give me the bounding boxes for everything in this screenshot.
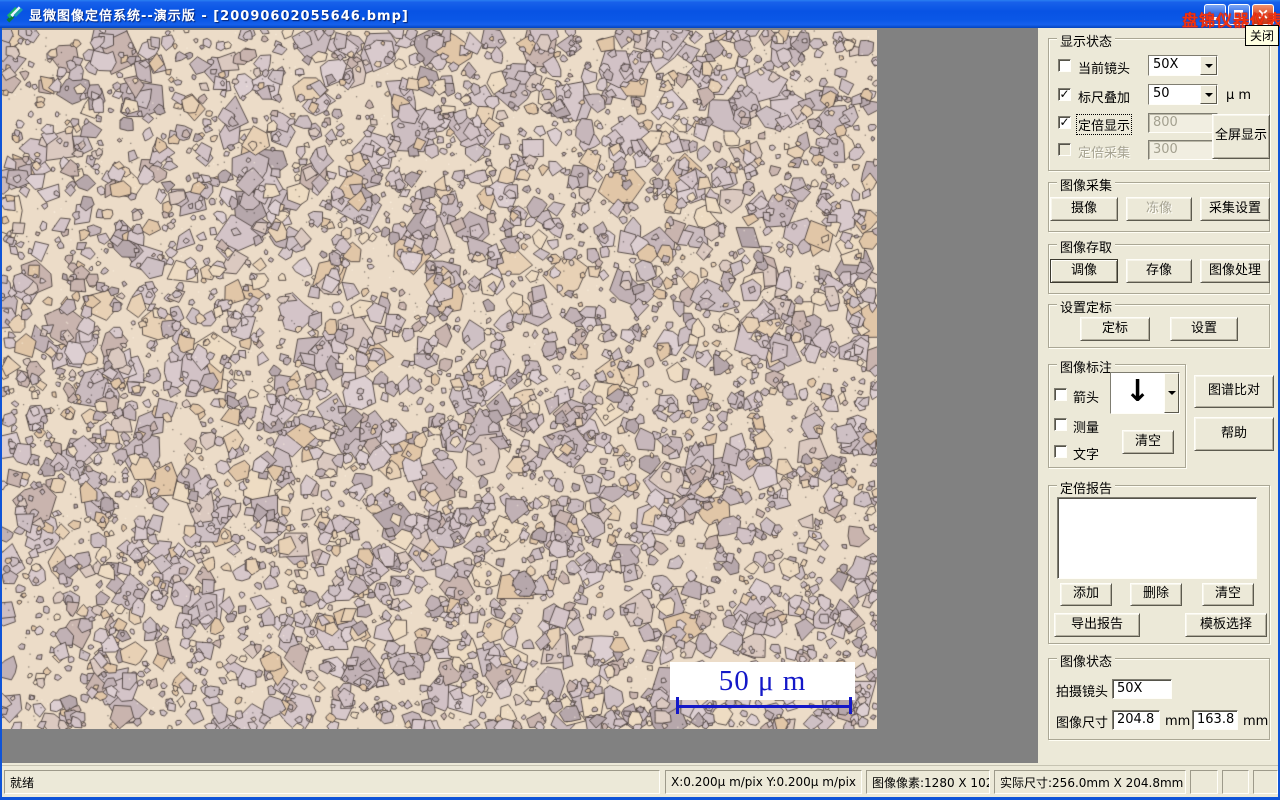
arrow-style-dropdown-button[interactable] bbox=[1164, 373, 1179, 413]
scale-unit-label: μ m bbox=[1226, 88, 1252, 103]
app-icon bbox=[6, 6, 23, 23]
image-processing-button[interactable]: 图像处理 bbox=[1200, 259, 1270, 283]
group-display-status-title: 显示状态 bbox=[1057, 31, 1116, 50]
main-area: 50 μ m 显示状态 当前镜头 50X ✓ 标尺叠加 50 μ m ✓ 定倍显… bbox=[2, 28, 1278, 765]
group-capture-title: 图像采集 bbox=[1057, 175, 1116, 194]
fixed-display-field: 800 bbox=[1148, 113, 1218, 133]
load-image-button[interactable]: 调像 bbox=[1050, 259, 1118, 283]
fullscreen-button[interactable]: 全屏显示 bbox=[1212, 114, 1270, 159]
calibration-settings-button[interactable]: 设置 bbox=[1170, 317, 1238, 341]
scale-bar-line bbox=[676, 705, 852, 708]
text-label: 文字 bbox=[1073, 448, 1100, 463]
image-height-unit: mm bbox=[1243, 714, 1269, 729]
status-image-pixels: 图像像素:1280 X 1024 bbox=[866, 770, 990, 794]
micrograph-image[interactable] bbox=[2, 30, 877, 729]
fixed-display-checkbox[interactable]: ✓ bbox=[1058, 114, 1071, 129]
scale-bar-text: 50 μ m bbox=[718, 664, 807, 697]
current-lens-value: 50X bbox=[1149, 56, 1200, 75]
current-lens-checkbox[interactable] bbox=[1058, 59, 1071, 72]
help-button[interactable]: 帮助 bbox=[1194, 417, 1274, 451]
status-bar: 就绪 X:0.200μ m/pix Y:0.200μ m/pix 图像像素:12… bbox=[2, 765, 1278, 797]
scale-overlay-checkbox[interactable]: ✓ bbox=[1058, 86, 1071, 101]
close-tooltip: 关闭 bbox=[1244, 25, 1279, 46]
report-listbox[interactable] bbox=[1057, 497, 1257, 579]
title-bar[interactable]: 显微图像定倍系统--演示版 - [20090602055646.bmp] × 盘… bbox=[0, 0, 1280, 46]
text-checkbox[interactable] bbox=[1054, 445, 1067, 458]
app-window: 显微图像定倍系统--演示版 - [20090602055646.bmp] × 盘… bbox=[0, 0, 1280, 800]
group-annotation-title: 图像标注 bbox=[1057, 357, 1116, 376]
chevron-down-icon bbox=[1167, 391, 1176, 395]
calibrate-button[interactable]: 定标 bbox=[1080, 317, 1150, 341]
image-width-unit: mm bbox=[1165, 714, 1191, 729]
group-calibration-title: 设置定标 bbox=[1057, 297, 1116, 316]
image-size-label: 图像尺寸 bbox=[1056, 716, 1109, 731]
check-icon: ✓ bbox=[1059, 86, 1070, 101]
window-title: 显微图像定倍系统--演示版 - [20090602055646.bmp] bbox=[29, 8, 409, 24]
image-viewport: 50 μ m bbox=[2, 28, 1038, 763]
image-height-field[interactable]: 163.8 bbox=[1192, 710, 1238, 730]
status-pixel-scale: X:0.200μ m/pix Y:0.200μ m/pix bbox=[665, 770, 862, 794]
export-report-button[interactable]: 导出报告 bbox=[1054, 613, 1140, 637]
measure-label: 测量 bbox=[1073, 421, 1100, 436]
status-empty-panel bbox=[1253, 770, 1278, 794]
control-sidebar: 显示状态 当前镜头 50X ✓ 标尺叠加 50 μ m ✓ 定倍显示 800 定… bbox=[1042, 28, 1278, 765]
chevron-down-icon bbox=[1204, 92, 1213, 97]
fixed-display-label: 定倍显示 bbox=[1076, 114, 1133, 135]
current-lens-combobox[interactable]: 50X bbox=[1148, 55, 1218, 76]
check-icon: ✓ bbox=[1059, 114, 1070, 129]
shooting-lens-field[interactable]: 50X bbox=[1112, 679, 1172, 699]
group-report-title: 定倍报告 bbox=[1057, 478, 1116, 497]
save-image-button[interactable]: 存像 bbox=[1126, 259, 1192, 283]
scale-overlay-combobox[interactable]: 50 bbox=[1148, 84, 1218, 105]
atlas-compare-button[interactable]: 图谱比对 bbox=[1194, 375, 1274, 408]
scale-bar-tick-right bbox=[849, 697, 852, 714]
status-empty-panel bbox=[1190, 770, 1218, 794]
template-select-button[interactable]: 模板选择 bbox=[1185, 613, 1267, 637]
group-storage-title: 图像存取 bbox=[1057, 237, 1116, 256]
image-width-field[interactable]: 204.8 bbox=[1112, 710, 1160, 730]
status-ready: 就绪 bbox=[4, 770, 660, 794]
camera-button[interactable]: 摄像 bbox=[1050, 197, 1118, 221]
fixed-capture-label: 定倍采集 bbox=[1078, 146, 1131, 161]
report-clear-button[interactable]: 清空 bbox=[1202, 583, 1254, 606]
capture-settings-button[interactable]: 采集设置 bbox=[1200, 197, 1270, 221]
status-actual-size: 实际尺寸:256.0mm X 204.8mm bbox=[994, 770, 1186, 794]
arrow-label: 箭头 bbox=[1073, 391, 1100, 406]
annotation-clear-button[interactable]: 清空 bbox=[1122, 430, 1174, 454]
current-lens-dropdown-button[interactable] bbox=[1200, 56, 1217, 75]
chevron-down-icon bbox=[1204, 63, 1213, 68]
scale-bar-label-box: 50 μ m bbox=[670, 662, 855, 700]
fixed-capture-checkbox bbox=[1058, 143, 1071, 156]
group-image-status-title: 图像状态 bbox=[1057, 651, 1116, 670]
current-lens-label: 当前镜头 bbox=[1078, 62, 1131, 77]
arrow-checkbox[interactable] bbox=[1054, 388, 1067, 401]
scale-bar-tick-left bbox=[676, 697, 679, 714]
fixed-capture-field: 300 bbox=[1148, 140, 1218, 160]
scale-overlay-dropdown-button[interactable] bbox=[1200, 85, 1217, 104]
report-add-button[interactable]: 添加 bbox=[1060, 583, 1112, 606]
scale-overlay-label: 标尺叠加 bbox=[1078, 91, 1131, 106]
freeze-button: 冻像 bbox=[1126, 197, 1192, 221]
status-empty-panel bbox=[1222, 770, 1249, 794]
shooting-lens-label: 拍摄镜头 bbox=[1056, 685, 1109, 700]
report-delete-button[interactable]: 删除 bbox=[1130, 583, 1182, 606]
arrow-style-picker[interactable]: ↓ bbox=[1110, 372, 1180, 414]
down-arrow-icon: ↓ bbox=[1124, 373, 1151, 409]
scale-overlay-value: 50 bbox=[1149, 85, 1200, 104]
measure-checkbox[interactable] bbox=[1054, 418, 1067, 431]
